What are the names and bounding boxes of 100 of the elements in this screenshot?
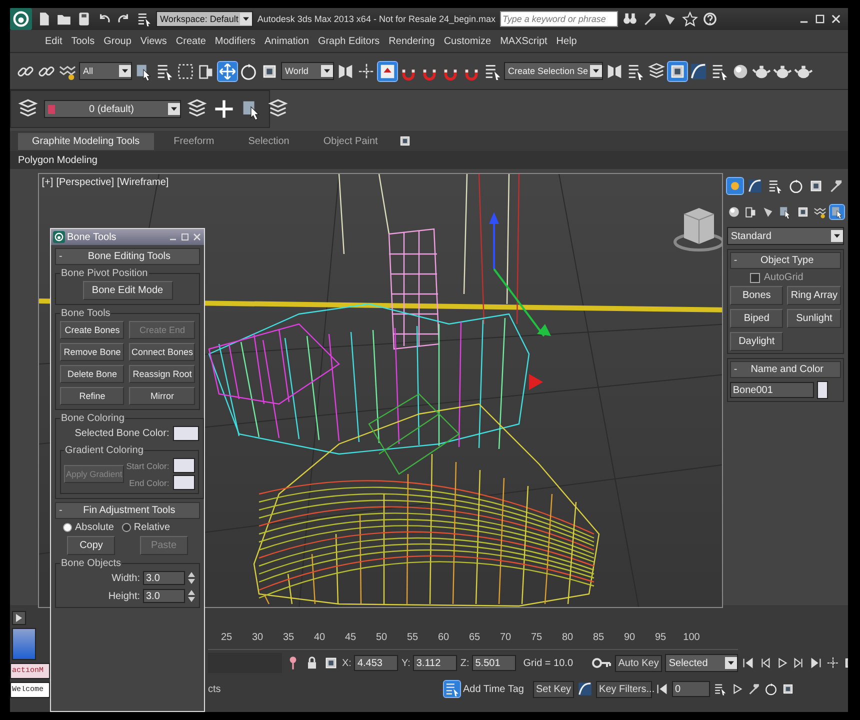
- coordinate-field[interactable]: 4.453: [354, 655, 398, 671]
- autogrid-checkbox[interactable]: AutoGrid: [730, 272, 841, 283]
- binoculars-icon[interactable]: [622, 11, 638, 27]
- app-logo-icon[interactable]: [53, 231, 65, 243]
- mode-radio[interactable]: Relative: [122, 522, 170, 533]
- rollout-header[interactable]: - Fin Adjustment Tools: [55, 502, 200, 519]
- save-icon[interactable]: [76, 11, 92, 27]
- tool-button[interactable]: Create Bones: [60, 321, 124, 339]
- layer-dropdown[interactable]: 0 (default): [44, 100, 181, 118]
- tool-button[interactable]: Connect Bones: [129, 343, 195, 361]
- ribbon-options-icon[interactable]: [398, 134, 412, 148]
- auto-key-button[interactable]: Auto Key: [615, 654, 662, 672]
- viewport-label[interactable]: [Perspective]: [56, 177, 114, 188]
- app-logo-icon[interactable]: [10, 8, 32, 30]
- ribbon-tab[interactable]: Selection: [234, 132, 304, 150]
- mini-panel[interactable]: [12, 628, 36, 660]
- modify-icon[interactable]: [747, 178, 764, 194]
- go-to-start-icon[interactable]: [740, 656, 755, 670]
- maximize-viewport-icon[interactable]: [781, 682, 796, 696]
- workspace-dropdown[interactable]: Workspace: Default: [156, 11, 254, 27]
- expand-button[interactable]: [12, 611, 26, 625]
- color-swatch[interactable]: [173, 426, 200, 441]
- menu-item[interactable]: Animation: [264, 36, 309, 46]
- viewcube-icon[interactable]: [673, 208, 722, 252]
- geometry-icon[interactable]: [726, 205, 741, 219]
- rollout-header[interactable]: - Bone Editing Tools: [55, 248, 200, 265]
- menu-item[interactable]: Group: [104, 36, 132, 46]
- tool-button[interactable]: Remove Bone: [60, 343, 124, 361]
- zoom-icon[interactable]: [826, 656, 840, 670]
- menu-item[interactable]: Edit: [45, 36, 62, 46]
- absolute-mode-icon[interactable]: [323, 655, 339, 671]
- tool-button[interactable]: Refine: [60, 387, 124, 405]
- group-title: Bone Coloring: [60, 413, 126, 424]
- spinner-arrows-icon[interactable]: [188, 571, 195, 585]
- key-mode-icon[interactable]: [655, 682, 670, 696]
- search-field[interactable]: Type a keyword or phrase: [500, 11, 618, 27]
- viewport-label[interactable]: [+]: [42, 177, 54, 188]
- space-warps-icon[interactable]: [812, 205, 827, 219]
- menu-item[interactable]: Help: [556, 36, 577, 46]
- orbit-icon[interactable]: [764, 682, 778, 696]
- object-type-button[interactable]: Ring Array: [787, 286, 841, 305]
- helpers-icon[interactable]: [796, 205, 810, 219]
- key-tangent-icon[interactable]: [577, 681, 594, 697]
- object-type-button[interactable]: Bones: [730, 286, 784, 305]
- go-to-end-icon[interactable]: [808, 656, 823, 670]
- spinner-field[interactable]: 3.0: [143, 589, 185, 603]
- help-icon[interactable]: [702, 11, 718, 27]
- object-type-button[interactable]: Biped: [730, 309, 784, 328]
- object-type-button[interactable]: Daylight: [730, 332, 784, 351]
- spinner-field[interactable]: 3.0: [143, 571, 185, 585]
- object-type-button[interactable]: Sunlight: [787, 309, 841, 328]
- rotate-icon[interactable]: [239, 62, 258, 80]
- close-icon[interactable]: [830, 13, 842, 25]
- add-icon[interactable]: [213, 98, 235, 120]
- ribbon-tab[interactable]: Object Paint: [309, 132, 392, 150]
- key-filters-button[interactable]: Key Filters...: [596, 680, 652, 698]
- menu-item[interactable]: Modifiers: [214, 36, 256, 46]
- key-mode-dropdown[interactable]: Selected: [664, 654, 738, 672]
- menu-item[interactable]: Create: [176, 36, 206, 46]
- rollout-header[interactable]: - Name and Color: [730, 361, 841, 378]
- spinner-arrows-icon[interactable]: [188, 589, 195, 603]
- color-swatch[interactable]: [816, 381, 828, 399]
- menu-item[interactable]: Tools: [71, 36, 95, 46]
- menu-item[interactable]: MAXScript: [500, 36, 548, 46]
- ribbon-tab[interactable]: Freeform: [160, 132, 228, 150]
- layer-manager-icon[interactable]: [647, 62, 666, 80]
- star-icon[interactable]: [682, 11, 698, 27]
- named-selection-dropdown[interactable]: Create Selection Se: [504, 62, 604, 80]
- coordinate-field[interactable]: 5.501: [472, 655, 516, 671]
- curve-editor-icon[interactable]: [689, 62, 708, 80]
- selection-filter-dropdown[interactable]: All: [79, 62, 132, 80]
- tool-button[interactable]: Delete Bone: [60, 365, 124, 383]
- menu-item[interactable]: Customize: [444, 36, 492, 46]
- menu-item[interactable]: Rendering: [388, 36, 435, 46]
- color-swatch[interactable]: [173, 458, 196, 473]
- add-time-tag-link[interactable]: Add Time Tag: [463, 684, 523, 694]
- ribbon-tab[interactable]: Graphite Modeling Tools: [18, 132, 154, 150]
- viewport-label[interactable]: [Wireframe]: [117, 177, 169, 188]
- time-tag-icon[interactable]: [444, 681, 460, 697]
- coordinate-field[interactable]: 3.112: [413, 655, 458, 671]
- set-key-button[interactable]: Set Key: [533, 680, 574, 698]
- tool-button[interactable]: Copy: [67, 536, 116, 555]
- bone-edit-mode-button[interactable]: Bone Edit Mode: [82, 281, 172, 300]
- current-frame-field[interactable]: 0: [672, 681, 710, 697]
- rollout-header[interactable]: - Object Type: [730, 252, 841, 269]
- rectangle-selection-icon[interactable]: [176, 62, 195, 80]
- maximize-icon[interactable]: [814, 13, 826, 25]
- manipulate-icon[interactable]: [357, 62, 376, 80]
- reference-coordinate-dropdown[interactable]: World: [281, 62, 334, 80]
- motion-icon[interactable]: [788, 178, 804, 194]
- mode-radio[interactable]: Absolute: [63, 522, 114, 533]
- move-icon[interactable]: [218, 62, 237, 80]
- color-swatch[interactable]: [173, 475, 196, 490]
- menu-item[interactable]: Views: [140, 36, 167, 46]
- category-dropdown[interactable]: Standard: [726, 227, 844, 245]
- menu-item[interactable]: Graph Editors: [318, 36, 380, 46]
- ribbon-toggle-icon[interactable]: [668, 62, 688, 80]
- name-field[interactable]: Bone001: [730, 382, 814, 398]
- tool-button[interactable]: Reassign Root: [129, 365, 195, 383]
- tool-button[interactable]: Mirror: [129, 387, 195, 405]
